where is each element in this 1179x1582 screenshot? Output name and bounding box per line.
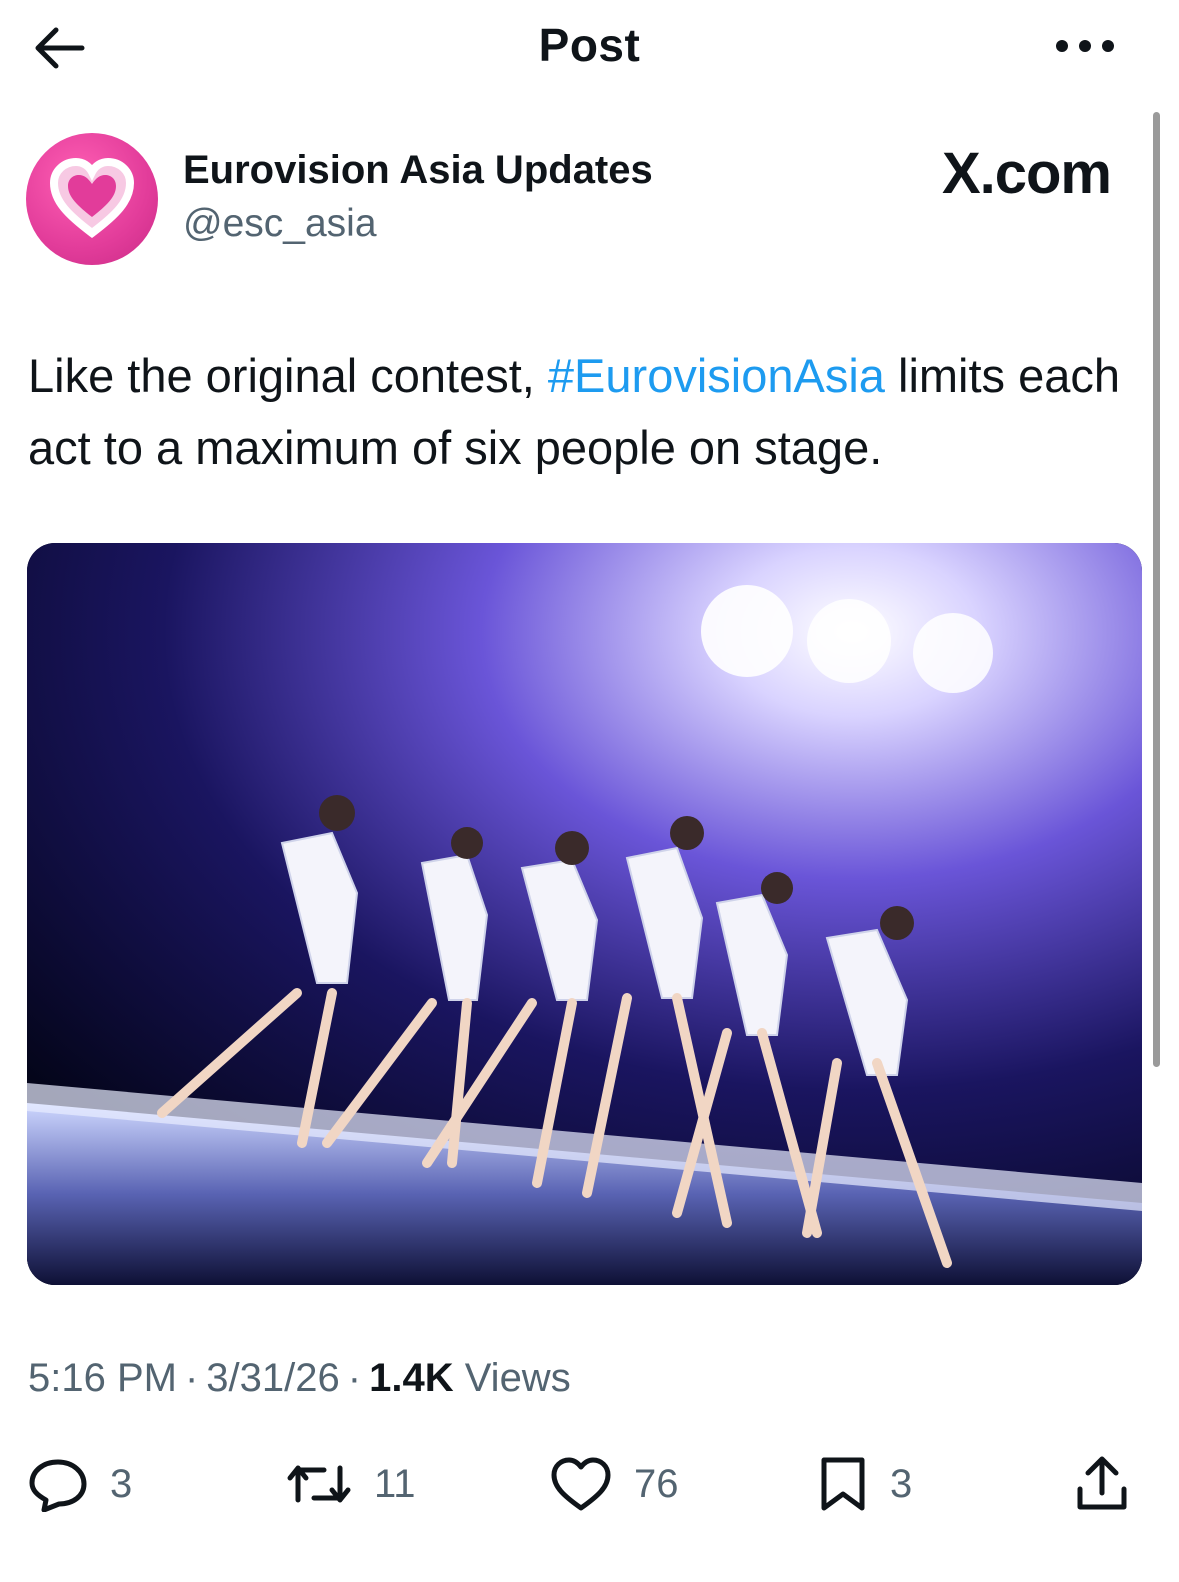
post-text-start: Like the original contest, [28,349,548,402]
reply-icon [29,1459,87,1512]
views-count: 1.4K [369,1356,454,1400]
action-bar: 3 11 76 3 [0,1440,1179,1530]
author-name[interactable]: Eurovision Asia Updates [183,148,653,193]
bookmark-count: 3 [890,1461,913,1506]
share-button[interactable] [1074,1454,1130,1514]
post-image[interactable] [27,543,1142,1285]
heart-icon [49,157,135,239]
repost-icon [287,1465,351,1503]
share-icon [1077,1456,1127,1510]
like-button[interactable]: 76 [550,1454,679,1514]
author-handle[interactable]: @esc_asia [183,202,377,246]
reply-button[interactable]: 3 [28,1454,132,1514]
repost-count: 11 [374,1461,416,1506]
separator-dot: · [347,1356,362,1400]
more-options-button[interactable] [1050,26,1120,66]
reply-count: 3 [110,1461,133,1506]
post-date[interactable]: 3/31/26 [206,1356,339,1400]
more-horizontal-icon [1056,40,1114,52]
post-meta: 5:16 PM · 3/31/26 · 1.4K Views [28,1356,571,1401]
bookmark-button[interactable]: 3 [818,1454,912,1514]
top-bar: Post [0,0,1179,96]
avatar[interactable] [26,133,158,265]
views-label: Views [464,1356,571,1400]
bookmark-icon [821,1457,865,1511]
repost-button[interactable]: 11 [286,1454,416,1514]
like-count: 76 [634,1461,679,1506]
hashtag-link[interactable]: #EurovisionAsia [548,349,885,402]
heart-outline-icon [551,1457,611,1511]
post-text: Like the original contest, #EurovisionAs… [28,340,1138,484]
scrollbar[interactable] [1153,112,1160,1067]
post-time[interactable]: 5:16 PM [28,1356,177,1400]
stage-photo [27,543,1142,1285]
separator-dot: · [184,1356,199,1400]
page-title: Post [538,19,641,71]
brand-watermark: X.com [941,141,1112,206]
